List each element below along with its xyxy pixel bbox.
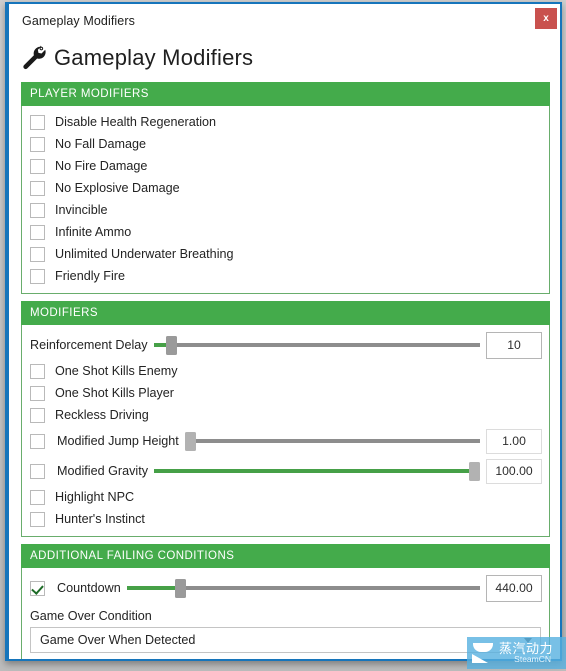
row-modified-gravity: Modified Gravity 100.00 bbox=[22, 456, 549, 486]
checkbox-invincible[interactable] bbox=[30, 202, 45, 218]
section-header-modifiers: MODIFIERS bbox=[21, 301, 550, 325]
section-body-modifiers: Reinforcement Delay 10 One Shot Kills En… bbox=[21, 325, 550, 537]
close-icon: x bbox=[543, 12, 549, 24]
checkbox-hunters-instinct[interactable] bbox=[30, 511, 45, 527]
label-no-fire-damage: No Fire Damage bbox=[55, 159, 148, 173]
label-friendly-fire: Friendly Fire bbox=[55, 269, 125, 283]
slider-fill-countdown bbox=[126, 586, 181, 590]
checkbox-countdown[interactable] bbox=[30, 580, 45, 596]
row-no-fire-damage[interactable]: No Fire Damage bbox=[22, 155, 549, 177]
label-invincible: Invincible bbox=[55, 203, 108, 217]
label-one-shot-kills-player: One Shot Kills Player bbox=[55, 386, 174, 400]
title-bar: Gameplay Modifiers x bbox=[9, 4, 560, 38]
checkbox-modified-gravity[interactable] bbox=[30, 463, 45, 479]
app-header: Gameplay Modifiers bbox=[9, 38, 560, 78]
label-highlight-npc: Highlight NPC bbox=[55, 490, 135, 504]
gameplay-modifiers-window: Gameplay Modifiers x Gameplay Modifiers … bbox=[5, 2, 562, 661]
slider-reinforcement-delay[interactable] bbox=[153, 334, 480, 356]
checkbox-highlight-npc[interactable] bbox=[30, 489, 45, 505]
wrench-icon bbox=[23, 45, 46, 70]
label-no-explosive-damage: No Explosive Damage bbox=[55, 181, 180, 195]
slider-fill-modified-gravity bbox=[154, 469, 475, 473]
label-reinforcement-delay: Reinforcement Delay bbox=[30, 338, 148, 352]
row-invincible[interactable]: Invincible bbox=[22, 199, 549, 221]
checkbox-no-fire-damage[interactable] bbox=[30, 158, 45, 174]
label-no-fall-damage: No Fall Damage bbox=[55, 137, 146, 151]
slider-modified-jump-height[interactable] bbox=[184, 430, 480, 452]
label-countdown: Countdown bbox=[57, 581, 121, 595]
row-hunters-instinct[interactable]: Hunter's Instinct bbox=[22, 508, 549, 530]
checkbox-infinite-ammo[interactable] bbox=[30, 224, 45, 240]
slider-track-reinforcement-delay bbox=[153, 343, 480, 347]
slider-track-modified-jump-height bbox=[184, 439, 480, 443]
row-one-shot-kills-enemy[interactable]: One Shot Kills Enemy bbox=[22, 360, 549, 382]
row-highlight-npc[interactable]: Highlight NPC bbox=[22, 486, 549, 508]
section-header-additional-failing-conditions: ADDITIONAL FAILING CONDITIONS bbox=[21, 544, 550, 568]
row-one-shot-kills-player[interactable]: One Shot Kills Player bbox=[22, 382, 549, 404]
value-modified-jump-height[interactable]: 1.00 bbox=[486, 428, 542, 454]
checkbox-disable-health-regeneration[interactable] bbox=[30, 114, 45, 130]
checkbox-no-fall-damage[interactable] bbox=[30, 136, 45, 152]
checkbox-friendly-fire[interactable] bbox=[30, 268, 45, 284]
checkbox-no-explosive-damage[interactable] bbox=[30, 180, 45, 196]
page-title: Gameplay Modifiers bbox=[54, 45, 254, 70]
dropdown-selected-value: Game Over When Detected bbox=[40, 633, 196, 647]
checkbox-one-shot-kills-player[interactable] bbox=[30, 385, 45, 401]
checkbox-one-shot-kills-enemy[interactable] bbox=[30, 363, 45, 379]
checkbox-reckless-driving[interactable] bbox=[30, 407, 45, 423]
slider-thumb-modified-jump-height[interactable] bbox=[184, 432, 196, 451]
row-no-fall-damage[interactable]: No Fall Damage bbox=[22, 133, 549, 155]
row-infinite-ammo[interactable]: Infinite Ammo bbox=[22, 221, 549, 243]
row-modified-jump-height: Modified Jump Height 1.00 bbox=[22, 426, 549, 456]
section-modifiers: MODIFIERS Reinforcement Delay 10 One Sho… bbox=[21, 301, 550, 537]
desktop-background: Gameplay Modifiers x Gameplay Modifiers … bbox=[0, 0, 566, 671]
label-one-shot-kills-enemy: One Shot Kills Enemy bbox=[55, 364, 178, 378]
label-unlimited-underwater-breathing: Unlimited Underwater Breathing bbox=[55, 247, 234, 261]
section-body-additional-failing-conditions: Countdown 440.00 Game Over Condition Gam… bbox=[21, 568, 550, 659]
row-reinforcement-delay: Reinforcement Delay 10 bbox=[22, 330, 549, 360]
row-countdown: Countdown 440.00 bbox=[22, 573, 549, 603]
label-disable-health-regeneration: Disable Health Regeneration bbox=[55, 115, 217, 129]
label-reckless-driving: Reckless Driving bbox=[55, 408, 149, 422]
value-countdown[interactable]: 440.00 bbox=[486, 574, 542, 602]
slider-thumb-modified-gravity[interactable] bbox=[469, 462, 480, 481]
close-button[interactable]: x bbox=[535, 8, 557, 29]
section-header-player-modifiers: PLAYER MODIFIERS bbox=[21, 82, 550, 106]
section-additional-failing-conditions: ADDITIONAL FAILING CONDITIONS Countdown … bbox=[21, 544, 550, 659]
label-game-over-condition: Game Over Condition bbox=[30, 609, 152, 623]
label-modified-jump-height: Modified Jump Height bbox=[57, 434, 179, 448]
label-hunters-instinct: Hunter's Instinct bbox=[55, 512, 145, 526]
checkbox-unlimited-underwater-breathing[interactable] bbox=[30, 246, 45, 262]
value-modified-gravity[interactable]: 100.00 bbox=[486, 458, 542, 484]
row-friendly-fire[interactable]: Friendly Fire bbox=[22, 265, 549, 287]
label-modified-gravity: Modified Gravity bbox=[57, 464, 148, 478]
window-title: Gameplay Modifiers bbox=[22, 14, 135, 28]
section-body-player-modifiers: Disable Health Regeneration No Fall Dama… bbox=[21, 106, 550, 294]
slider-thumb-reinforcement-delay[interactable] bbox=[166, 336, 178, 355]
dropdown-game-over-condition[interactable]: Game Over When Detected bbox=[30, 627, 541, 653]
chevron-down-icon bbox=[524, 637, 532, 643]
checkbox-modified-jump-height[interactable] bbox=[30, 433, 45, 449]
slider-countdown[interactable] bbox=[126, 577, 480, 599]
row-reckless-driving[interactable]: Reckless Driving bbox=[22, 404, 549, 426]
row-unlimited-underwater-breathing[interactable]: Unlimited Underwater Breathing bbox=[22, 243, 549, 265]
label-infinite-ammo: Infinite Ammo bbox=[55, 225, 132, 239]
section-player-modifiers: PLAYER MODIFIERS Disable Health Regenera… bbox=[21, 82, 550, 294]
slider-modified-gravity[interactable] bbox=[154, 460, 480, 482]
row-disable-health-regeneration[interactable]: Disable Health Regeneration bbox=[22, 111, 549, 133]
settings-content: PLAYER MODIFIERS Disable Health Regenera… bbox=[9, 78, 560, 659]
value-reinforcement-delay[interactable]: 10 bbox=[486, 331, 542, 359]
slider-thumb-countdown[interactable] bbox=[174, 579, 186, 598]
row-no-explosive-damage[interactable]: No Explosive Damage bbox=[22, 177, 549, 199]
